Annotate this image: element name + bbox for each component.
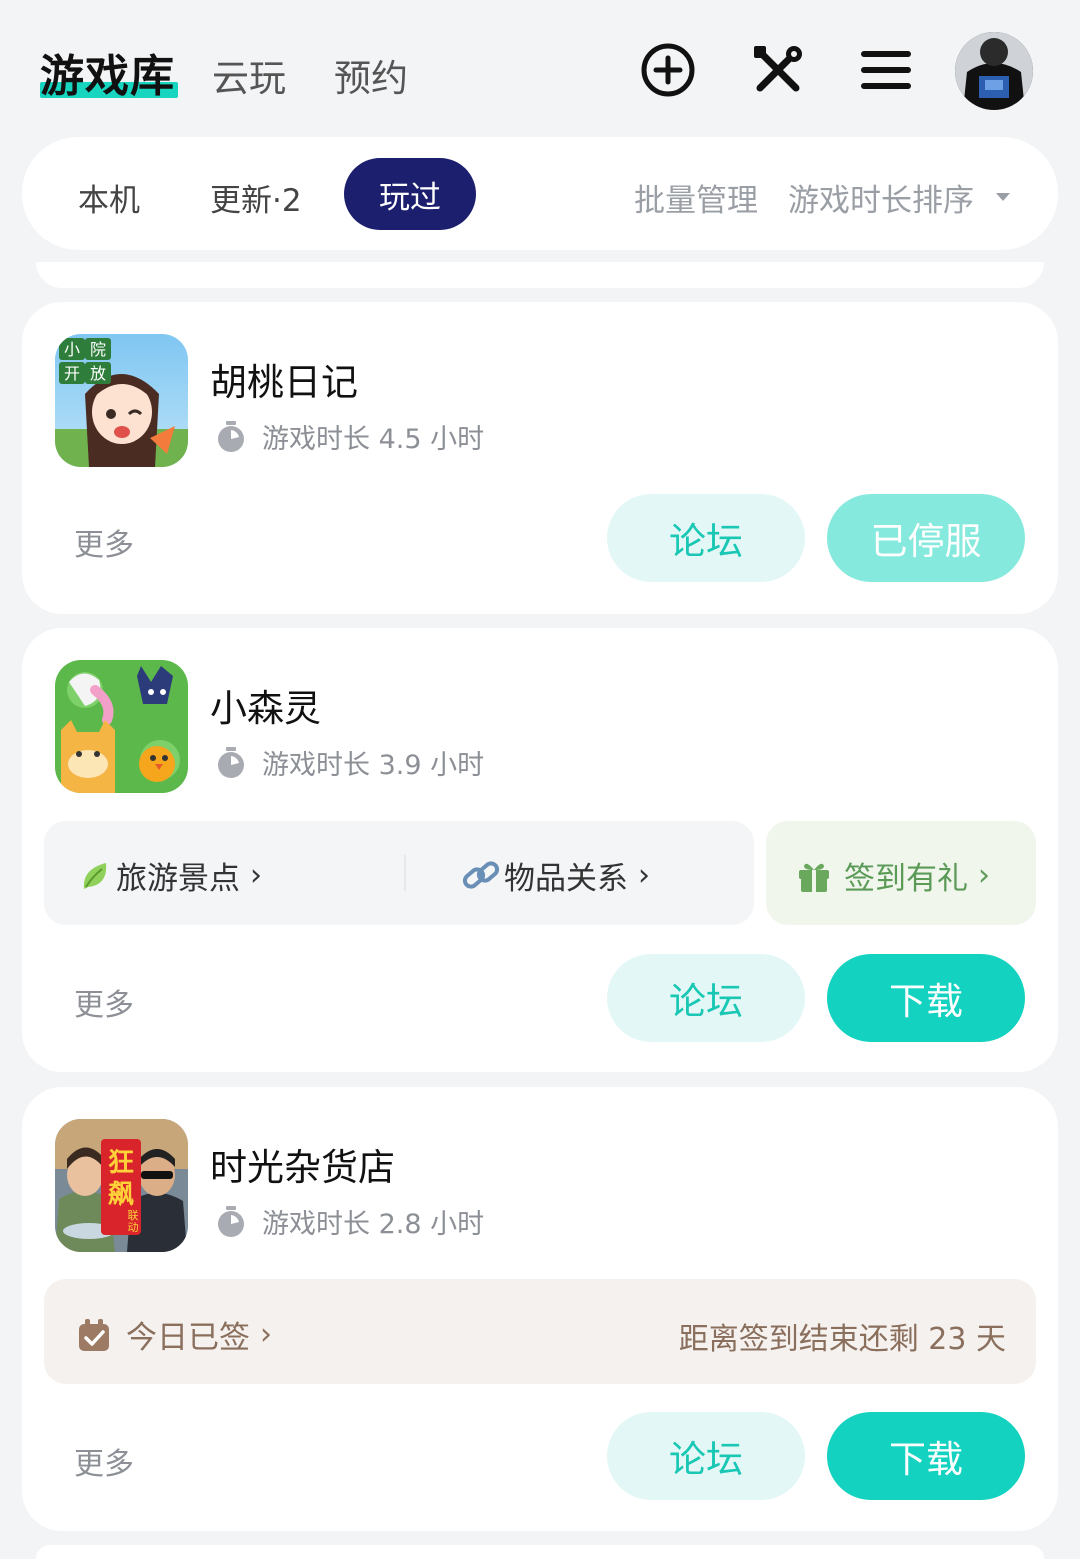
playtime: 游戏时长 4.5 小时 bbox=[214, 417, 484, 456]
sign-in-gift-link[interactable]: 签到有礼 › bbox=[766, 821, 1036, 925]
tab-reservation[interactable]: 预约 bbox=[334, 48, 408, 102]
filter-bar: 本机 更新·2 玩过 批量管理 游戏时长排序 bbox=[22, 137, 1058, 250]
tab-cloud-play[interactable]: 云玩 bbox=[212, 48, 286, 102]
game-card[interactable]: 小 院 开 放 胡桃日记 游戏时长 4.5 小时 更多 论坛 已停服 bbox=[22, 302, 1058, 614]
sign-remaining-text: 距离签到结束还剩 23 天 bbox=[678, 1322, 1006, 1357]
download-button[interactable]: 下载 bbox=[827, 954, 1025, 1042]
playtime: 游戏时长 3.9 小时 bbox=[214, 743, 484, 782]
game-icon-hutao-diary[interactable]: 小 院 开 放 bbox=[55, 334, 188, 467]
chevron-right-icon: › bbox=[250, 858, 262, 893]
chevron-right-icon: › bbox=[260, 1317, 272, 1352]
playtime-text: 游戏时长 4.5 小时 bbox=[262, 424, 485, 455]
game-card[interactable]: 狂 飙 联 动 时光杂货店 游戏时长 2.8 小时 今日已签 › 距离签到结束还… bbox=[22, 1087, 1058, 1531]
stopwatch-icon bbox=[218, 420, 244, 452]
playtime-text: 游戏时长 2.8 小时 bbox=[262, 1209, 485, 1240]
icon-text: 放 bbox=[90, 364, 106, 383]
avatar[interactable] bbox=[955, 32, 1033, 110]
tab-played[interactable]: 玩过 bbox=[344, 158, 476, 230]
tools-icon[interactable] bbox=[750, 42, 806, 98]
chevron-right-icon: › bbox=[638, 858, 650, 893]
top-header: 游戏库 云玩 预约 bbox=[0, 0, 1080, 135]
service-stopped-button[interactable]: 已停服 bbox=[827, 494, 1025, 582]
icon-text: 狂 bbox=[108, 1148, 134, 1178]
feature-links: 旅游景点 › 物品关系 › bbox=[44, 821, 754, 925]
feature-label: 旅游景点 bbox=[116, 861, 240, 897]
game-name[interactable]: 胡桃日记 bbox=[210, 352, 358, 406]
previous-card-edge bbox=[36, 262, 1044, 288]
add-circle-icon[interactable] bbox=[640, 42, 696, 98]
icon-text: 开 bbox=[64, 364, 80, 383]
feature-item-relations[interactable]: 物品关系 › bbox=[462, 853, 650, 898]
tab-updates[interactable]: 更新·2 bbox=[210, 175, 302, 220]
game-icon-shiguang-store[interactable]: 狂 飙 联 动 bbox=[55, 1119, 188, 1252]
game-name[interactable]: 时光杂货店 bbox=[210, 1137, 395, 1191]
sign-in-banner[interactable]: 今日已签 › 距离签到结束还剩 23 天 bbox=[44, 1279, 1036, 1384]
chevron-right-icon: › bbox=[978, 858, 990, 893]
tab-game-library[interactable]: 游戏库 bbox=[40, 40, 178, 102]
feature-label: 物品关系 bbox=[504, 861, 628, 897]
forum-button[interactable]: 论坛 bbox=[607, 1412, 805, 1500]
forum-button[interactable]: 论坛 bbox=[607, 494, 805, 582]
batch-manage-button[interactable]: 批量管理 bbox=[634, 175, 758, 220]
icon-text: 飙 bbox=[108, 1180, 134, 1210]
gift-label: 签到有礼 bbox=[844, 861, 968, 897]
stopwatch-icon bbox=[218, 746, 244, 778]
leaf-icon bbox=[83, 862, 107, 889]
menu-icon[interactable] bbox=[858, 42, 914, 98]
signed-label: 今日已签 bbox=[126, 1320, 250, 1356]
tab-local[interactable]: 本机 bbox=[78, 175, 140, 220]
forum-button[interactable]: 论坛 bbox=[607, 954, 805, 1042]
more-button[interactable]: 更多 bbox=[74, 1439, 134, 1483]
icon-text: 小 bbox=[64, 340, 80, 359]
sort-dropdown[interactable]: 游戏时长排序 bbox=[788, 175, 974, 220]
calendar-check-icon bbox=[79, 1318, 109, 1351]
game-library-page: 游戏库 云玩 预约 本机 更新·2 玩过 批量管理 游戏时长排序 小 院 开 放… bbox=[0, 0, 1080, 1559]
divider bbox=[404, 855, 406, 891]
playtime: 游戏时长 2.8 小时 bbox=[214, 1202, 484, 1241]
more-button[interactable]: 更多 bbox=[74, 980, 134, 1024]
game-card[interactable]: 小森灵 游戏时长 3.9 小时 旅游景点 › 物品关系 › 签到有礼 › 更多 … bbox=[22, 628, 1058, 1072]
game-name[interactable]: 小森灵 bbox=[210, 678, 321, 732]
stopwatch-icon bbox=[218, 1205, 244, 1237]
sign-in-gift: 签到有礼 › bbox=[796, 853, 990, 898]
gift-icon bbox=[799, 863, 829, 892]
link-icon bbox=[462, 860, 500, 889]
signed-today[interactable]: 今日已签 › bbox=[76, 1312, 272, 1357]
playtime-text: 游戏时长 3.9 小时 bbox=[262, 750, 485, 781]
chevron-down-icon bbox=[996, 193, 1010, 201]
game-icon-xiaosenling[interactable] bbox=[55, 660, 188, 793]
more-button[interactable]: 更多 bbox=[74, 520, 134, 564]
icon-text: 院 bbox=[90, 340, 106, 359]
next-card-edge bbox=[36, 1545, 1044, 1559]
feature-tourist-spots[interactable]: 旅游景点 › bbox=[78, 853, 262, 898]
download-button[interactable]: 下载 bbox=[827, 1412, 1025, 1500]
tab-game-library-label: 游戏库 bbox=[40, 51, 175, 102]
icon-text: 动 bbox=[128, 1221, 139, 1234]
